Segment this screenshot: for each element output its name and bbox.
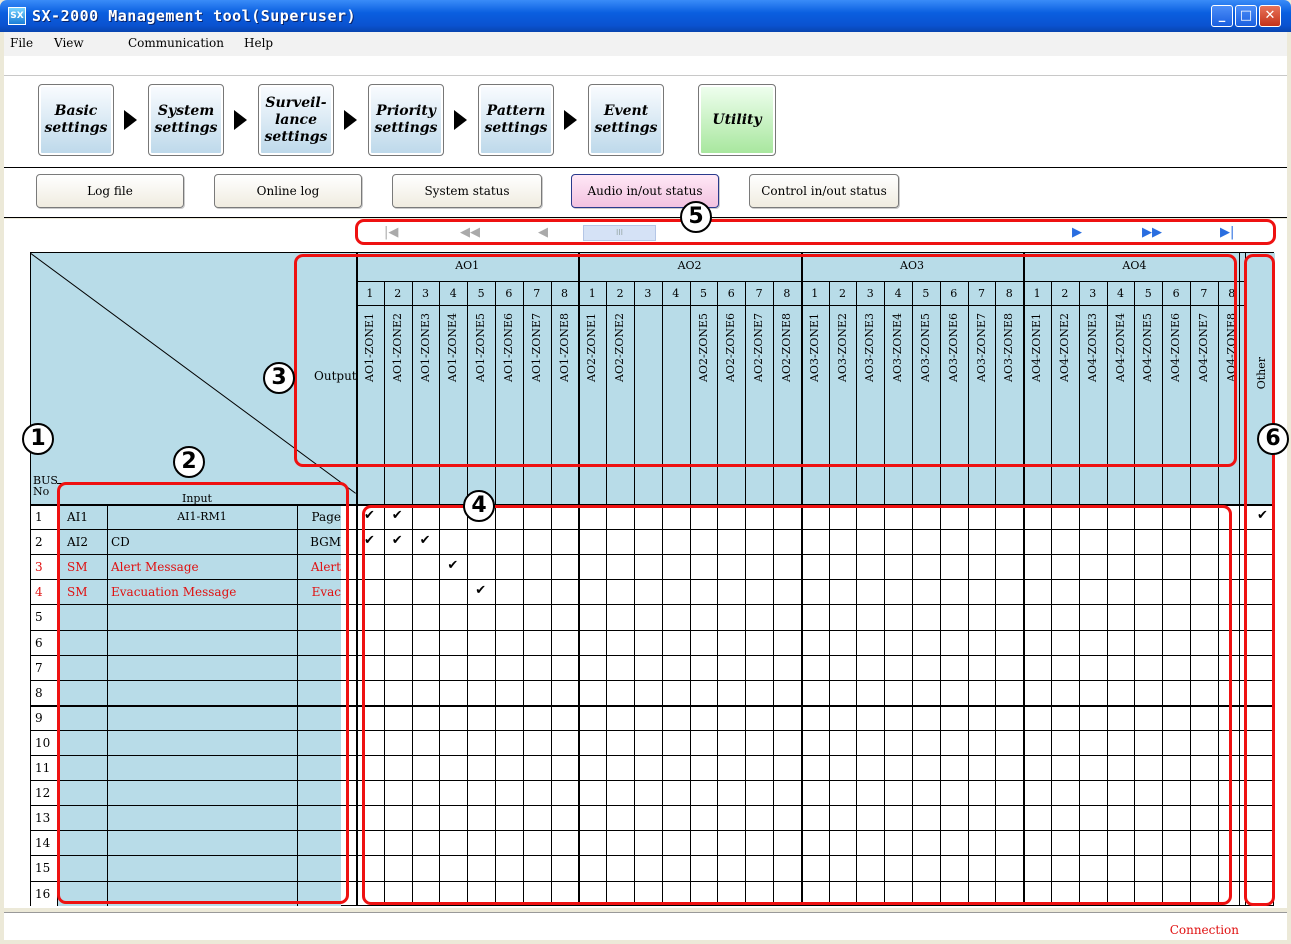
tab-online-log[interactable]: Online log	[214, 174, 362, 208]
maximize-button[interactable]: □	[1235, 5, 1257, 27]
menu-bar: File View Communication Help	[4, 32, 1287, 76]
tab-log-file[interactable]: Log file	[36, 174, 184, 208]
bus-number: 6	[35, 635, 43, 650]
utility-button[interactable]: Utility	[698, 84, 776, 156]
bus-number: 12	[35, 786, 51, 801]
menu-view[interactable]: View	[54, 36, 84, 50]
bus-number: 9	[35, 710, 43, 725]
bus-number: 10	[35, 735, 51, 750]
menu-file[interactable]: File	[10, 36, 33, 50]
callout-output-header	[294, 254, 1237, 467]
event-settings-button[interactable]: Event settings	[588, 84, 664, 156]
window-title: SX-2000 Management tool(Superuser)	[32, 7, 357, 25]
callout-number-1: 1	[22, 423, 54, 455]
priority-settings-button[interactable]: Priority settings	[368, 84, 444, 156]
menu-help[interactable]: Help	[244, 36, 273, 50]
callout-number-4: 4	[463, 490, 495, 522]
arrow-right-icon	[234, 110, 247, 130]
bus-number: 5	[35, 610, 43, 625]
bus-number: 13	[35, 811, 51, 826]
surveillance-settings-button[interactable]: Surveil- lance settings	[258, 84, 334, 156]
bus-number: 16	[35, 886, 51, 901]
bus-number: 3	[35, 560, 43, 575]
callout-input-column	[57, 482, 349, 904]
menu-communication[interactable]: Communication	[128, 36, 224, 50]
minimize-button[interactable]: _	[1211, 5, 1233, 27]
arrow-right-icon	[344, 110, 357, 130]
arrow-right-icon	[454, 110, 467, 130]
callout-number-2: 2	[173, 446, 205, 478]
bus-number: 1	[35, 510, 43, 524]
arrow-right-icon	[564, 110, 577, 130]
app-icon: SX	[8, 7, 26, 25]
callout-matrix-area	[362, 505, 1232, 905]
title-bar: SX SX-2000 Management tool(Superuser) _ …	[0, 0, 1291, 32]
arrow-right-icon	[124, 110, 137, 130]
utility-tabs: Log file Online log System status Audio …	[4, 168, 1287, 218]
bus-number-label: BUS No	[33, 474, 58, 498]
callout-number-5: 5	[680, 201, 712, 233]
bus-number: 7	[35, 660, 43, 675]
connection-status: Connection	[1169, 923, 1239, 937]
tab-system-status[interactable]: System status	[392, 174, 542, 208]
callout-number-3: 3	[263, 362, 295, 394]
bus-number: 4	[35, 585, 43, 600]
callout-other-column	[1244, 254, 1275, 906]
status-bar: Connection	[4, 912, 1287, 940]
tab-control-in-out-status[interactable]: Control in/out status	[749, 174, 899, 208]
settings-navigation: Basic settings System settings Surveil- …	[4, 76, 1287, 168]
system-settings-button[interactable]: System settings	[148, 84, 224, 156]
bus-number: 14	[35, 836, 51, 851]
pattern-settings-button[interactable]: Pattern settings	[478, 84, 554, 156]
close-button[interactable]: ✕	[1259, 5, 1281, 27]
bus-number: 8	[35, 685, 43, 700]
bus-number: 2	[35, 535, 43, 550]
bus-number: 15	[35, 861, 51, 876]
bus-number: 11	[35, 761, 51, 775]
callout-number-6: 6	[1257, 423, 1289, 455]
callout-scrollbar	[355, 219, 1276, 245]
basic-settings-button[interactable]: Basic settings	[38, 84, 114, 156]
